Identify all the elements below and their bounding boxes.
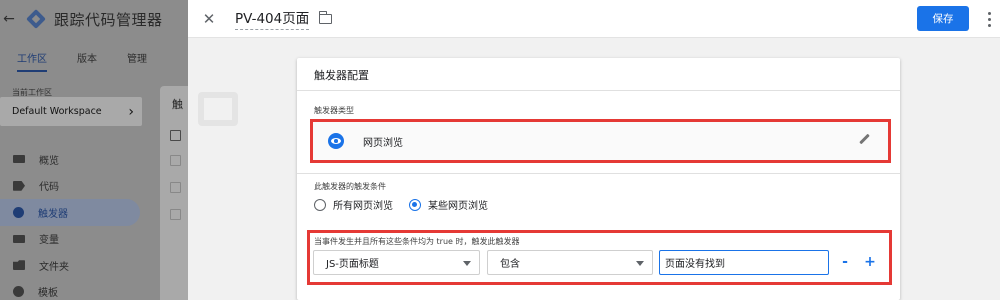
trigger-config-card: 触发器配置 触发器类型 网页浏览 此触发器的触发条件 所有网页浏览 某些网页浏览… (297, 58, 900, 300)
template-icon (13, 286, 24, 298)
variable-icon (13, 234, 25, 243)
trigger-name-title[interactable]: PV-404页面 (235, 7, 310, 30)
operator-select[interactable]: 包含 (487, 250, 653, 275)
drawer-header: ✕ PV-404页面 保存 (188, 0, 1000, 38)
gtm-logo-icon (26, 9, 46, 29)
sidebar-item-triggers[interactable]: 触发器 (0, 199, 140, 226)
trigger-editor-drawer: ✕ PV-404页面 保存 触发器配置 触发器类型 网页浏览 此触发器的触发条件… (188, 0, 1000, 300)
tab-admin[interactable]: 管理 (127, 42, 147, 72)
divider (297, 173, 900, 174)
operator-select-value: 包含 (500, 259, 520, 270)
watermark-logo (198, 92, 238, 126)
sidebar-nav: 概览 代码 触发器 变量 文件夹 模板 (0, 146, 160, 300)
row-checkbox[interactable] (170, 155, 181, 166)
card-title: 触发器配置 (314, 69, 369, 82)
briefcase-icon (13, 155, 25, 164)
folder-icon (13, 260, 25, 271)
app-topbar: ← 跟踪代码管理器 (0, 0, 200, 38)
sidebar-item-label: 变量 (39, 235, 59, 247)
tag-icon (13, 180, 25, 191)
app-title: 跟踪代码管理器 (54, 10, 163, 29)
close-icon[interactable]: ✕ (191, 10, 227, 28)
sidebar-item-folders[interactable]: 文件夹 (0, 252, 160, 279)
radio-some-pageviews[interactable] (409, 198, 421, 211)
variable-select-value: JS-页面标题 (326, 259, 379, 270)
tab-versions[interactable]: 版本 (77, 42, 97, 72)
chevron-down-icon (636, 261, 644, 266)
fires-on-label: 此触发器的触发条件 (314, 182, 386, 191)
arrow-left-icon[interactable]: ← (0, 11, 18, 27)
workspace-selector[interactable]: Default Workspace › (0, 97, 142, 126)
divider (297, 90, 900, 91)
gtm-app-background: ← 跟踪代码管理器 工作区 版本 管理 当前工作区 Default Worksp… (0, 0, 200, 300)
pencil-icon[interactable] (859, 133, 870, 145)
variable-select[interactable]: JS-页面标题 (313, 250, 480, 275)
trigger-icon (13, 206, 24, 218)
sidebar-item-label: 文件夹 (39, 261, 69, 273)
sidebar-item-label: 触发器 (38, 208, 68, 220)
workspace-name: Default Workspace (12, 106, 102, 117)
chevron-down-icon (463, 261, 471, 266)
sidebar-item-tags[interactable]: 代码 (0, 173, 160, 200)
trigger-type-name: 网页浏览 (363, 137, 403, 149)
list-panel-title: 触 (172, 98, 183, 111)
sidebar-item-label: 模板 (38, 288, 58, 300)
trigger-type-label: 触发器类型 (314, 106, 354, 115)
radio-label: 某些网页浏览 (428, 201, 488, 212)
sidebar-item-templates[interactable]: 模板 (0, 279, 160, 300)
sidebar-item-label: 概览 (39, 155, 59, 167)
sidebar-item-variables[interactable]: 变量 (0, 226, 160, 253)
trigger-type-selector[interactable]: 网页浏览 (310, 119, 891, 163)
radio-label: 所有网页浏览 (333, 201, 393, 212)
eye-icon (328, 133, 344, 149)
chevron-right-icon: › (128, 103, 134, 120)
save-button[interactable]: 保存 (917, 6, 969, 31)
tab-workspace[interactable]: 工作区 (17, 42, 47, 72)
remove-condition-button[interactable]: - (836, 253, 854, 271)
fires-on-radio-group: 所有网页浏览 某些网页浏览 (314, 197, 504, 212)
sidebar-item-overview[interactable]: 概览 (0, 146, 160, 173)
condition-row: 当事件发生并且所有这些条件均为 true 时，触发此触发器 JS-页面标题 包含… (307, 230, 892, 285)
sidebar-item-label: 代码 (39, 182, 59, 194)
row-checkbox[interactable] (170, 182, 181, 193)
condition-value-input[interactable] (659, 250, 829, 275)
radio-all-pageviews[interactable] (314, 198, 326, 211)
add-condition-button[interactable]: + (861, 253, 879, 271)
condition-label: 当事件发生并且所有这些条件均为 true 时，触发此触发器 (314, 237, 520, 246)
folder-icon[interactable] (318, 10, 333, 24)
more-vert-icon[interactable] (983, 6, 995, 32)
row-checkbox[interactable] (170, 209, 181, 220)
select-all-checkbox[interactable] (170, 130, 181, 141)
app-tabs: 工作区 版本 管理 (0, 42, 200, 72)
